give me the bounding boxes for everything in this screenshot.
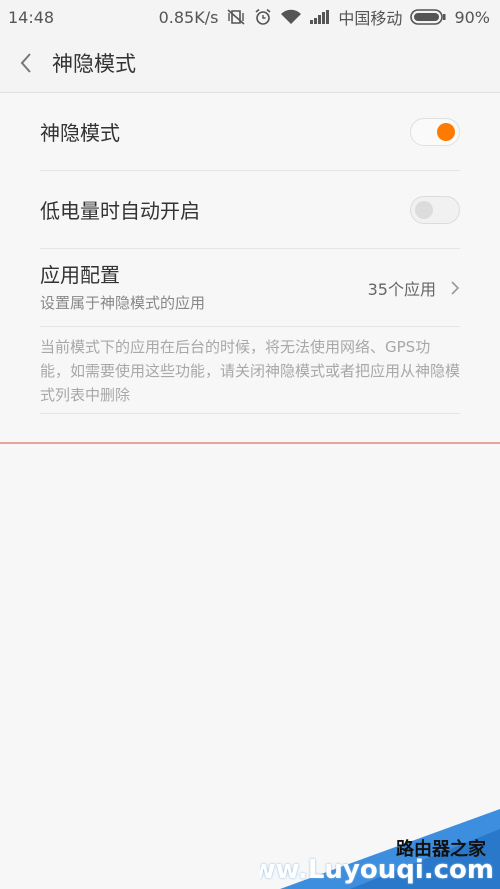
stealth-mode-toggle[interactable] bbox=[410, 117, 460, 146]
highlight-divider bbox=[0, 442, 500, 444]
network-speed: 0.85K/s bbox=[158, 7, 219, 27]
low-battery-auto-toggle[interactable] bbox=[410, 195, 460, 224]
stealth-mode-row: 神隐模式 bbox=[40, 93, 460, 171]
app-config-subtitle: 设置属于神隐模式的应用 bbox=[40, 294, 206, 312]
watermark: 路由器之家 Www.Luyouqi.com bbox=[260, 809, 500, 889]
signal-icon bbox=[310, 10, 330, 24]
status-bar: 14:48 0.85K/s 中国移动 90% bbox=[0, 0, 500, 34]
status-time: 14:48 bbox=[8, 7, 55, 27]
chevron-right-icon bbox=[450, 280, 460, 296]
chevron-left-icon bbox=[19, 52, 33, 74]
watermark-line2: Www.Luyouqi.com bbox=[260, 855, 494, 885]
battery-percent: 90% bbox=[454, 7, 490, 27]
settings-list: 神隐模式 低电量时自动开启 应用配置 设置属于神隐模式的应用 35个应用 当前模… bbox=[0, 93, 500, 414]
stealth-mode-description: 当前模式下的应用在后台的时候，将无法使用网络、GPS功能，如需要使用这些功能，请… bbox=[40, 327, 460, 414]
low-battery-auto-label: 低电量时自动开启 bbox=[40, 199, 200, 223]
battery-icon bbox=[410, 9, 446, 25]
toggle-knob bbox=[437, 122, 455, 141]
toggle-knob bbox=[415, 200, 433, 219]
wifi-icon bbox=[280, 9, 302, 25]
app-config-count: 35个应用 bbox=[367, 279, 436, 299]
vibrate-mute-icon bbox=[226, 8, 246, 26]
alarm-icon bbox=[254, 8, 272, 26]
low-battery-auto-row: 低电量时自动开启 bbox=[40, 171, 460, 249]
page-header: 神隐模式 bbox=[0, 34, 500, 93]
app-config-text: 应用配置 设置属于神隐模式的应用 bbox=[40, 262, 368, 313]
page-title: 神隐模式 bbox=[52, 52, 136, 76]
app-config-title: 应用配置 bbox=[40, 263, 120, 287]
carrier-name: 中国移动 bbox=[338, 9, 403, 28]
stealth-mode-label: 神隐模式 bbox=[40, 121, 120, 145]
app-config-row[interactable]: 应用配置 设置属于神隐模式的应用 35个应用 bbox=[40, 249, 460, 327]
back-button[interactable] bbox=[0, 52, 52, 74]
